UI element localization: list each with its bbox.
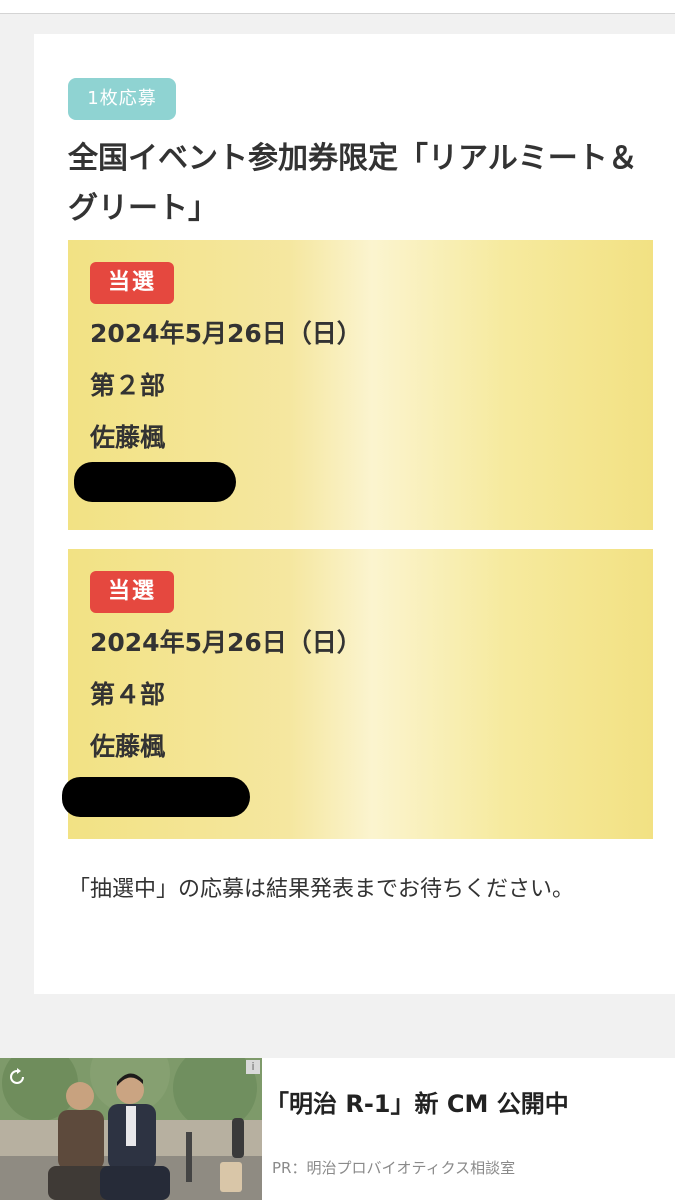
top-divider xyxy=(0,0,675,14)
won-status-badge: 当選 xyxy=(90,262,174,304)
ticket-date: 2024年5月26日（日） xyxy=(90,628,362,657)
ticket-session: 第２部 xyxy=(90,371,166,400)
redaction-mark xyxy=(62,777,250,817)
ticket-member-name: 佐藤楓 xyxy=(90,732,166,761)
ticket-date: 2024年5月26日（日） xyxy=(90,319,362,348)
lottery-notice: 「抽選中」の応募は結果発表までお待ちください。 xyxy=(68,877,575,902)
redaction-mark xyxy=(74,462,236,502)
ticket-session: 第４部 xyxy=(90,680,166,709)
info-icon[interactable]: i xyxy=(246,1060,260,1074)
ad-thumbnail[interactable]: i xyxy=(0,1058,262,1200)
replay-icon[interactable] xyxy=(8,1068,26,1090)
ticket-member-name: 佐藤楓 xyxy=(90,423,166,452)
ticket-card: 当選 2024年5月26日（日） 第２部 佐藤楓 xyxy=(68,240,653,530)
quantity-badge: 1枚応募 xyxy=(68,78,176,120)
ad-sponsor-label: PR：明治プロバイオティクス相談室 xyxy=(272,1159,516,1177)
ad-headline[interactable]: 「明治 R-1」新 CM 公開中 xyxy=(265,1084,569,1124)
event-title: 全国イベント参加券限定「リアルミート＆グリート」 xyxy=(68,141,638,226)
won-status-badge: 当選 xyxy=(90,571,174,613)
entry-card: 1枚応募 全国イベント参加券限定「リアルミート＆グリート」 当選 2024年5月… xyxy=(34,34,675,994)
ad-banner[interactable]: i 「明治 R-1」新 CM 公開中 PR：明治プロバイオティクス相談室 xyxy=(0,1058,675,1200)
ticket-card: 当選 2024年5月26日（日） 第４部 佐藤楓 xyxy=(62,549,653,839)
ad-photo-illustration xyxy=(0,1058,262,1200)
